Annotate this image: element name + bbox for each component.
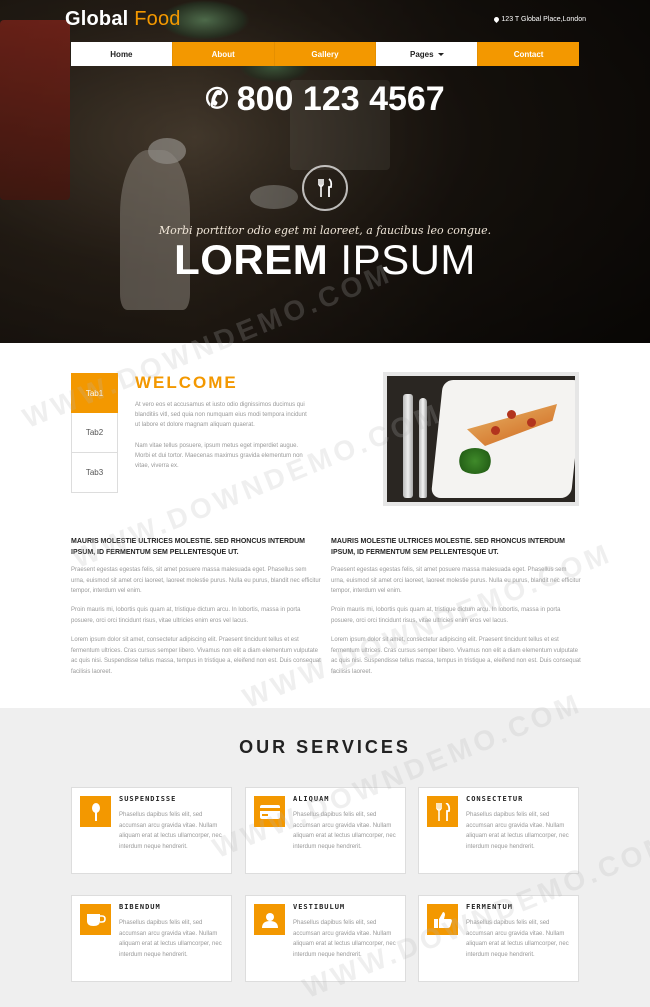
service-title: SUSPENDISSE (119, 795, 177, 803)
column-title: MAURIS MOLESTIE ULTRICES MOLESTIE. SED R… (331, 538, 565, 556)
caret-down-icon (437, 52, 444, 56)
header-address: 123 T Global Place,London (493, 15, 586, 24)
service-title: VESTIBULUM (293, 903, 346, 911)
column-paragraph: Praesent egestas egestas felis, sit amet… (71, 567, 321, 594)
nav-contact-label: Contact (513, 49, 544, 59)
column-paragraph: Lorem ipsum dolor sit amet, consectetur … (331, 637, 581, 675)
tab-2-label: Tab2 (85, 428, 104, 437)
nav-contact[interactable]: Contact (478, 42, 579, 66)
fork-knife-badge-icon (302, 165, 348, 211)
service-title: BIBENDUM (119, 903, 161, 911)
column-title: MAURIS MOLESTIE ULTRICES MOLESTIE. SED R… (71, 538, 305, 556)
column-paragraph: Lorem ipsum dolor sit amet, consectetur … (71, 637, 321, 675)
thumbs-up-icon (427, 904, 458, 935)
logo-primary: Global (65, 8, 129, 30)
user-icon (254, 904, 285, 935)
welcome-title: WELCOME (135, 373, 238, 392)
welcome-paragraph: At vero eos et accusamus et iusto odio d… (135, 402, 307, 428)
service-text: Phasellus dapibus felis elit, sed accums… (466, 920, 569, 958)
nav-about-label: About (211, 49, 235, 59)
service-card[interactable]: ALIQUAM Phasellus dapibus felis elit, se… (245, 787, 406, 874)
service-card[interactable]: CONSECTETUR Phasellus dapibus felis elit… (418, 787, 579, 874)
phone-text: 800 123 4567 (236, 80, 445, 118)
nav-gallery[interactable]: Gallery (274, 42, 377, 66)
service-text: Phasellus dapibus felis elit, sed accums… (466, 812, 569, 850)
headline-bold: LOREM (174, 236, 329, 283)
nav-pages-dropdown[interactable]: Pages (376, 42, 479, 66)
phone-number[interactable]: ✆ 800 123 4567 (0, 80, 650, 119)
service-card[interactable]: BIBENDUM Phasellus dapibus felis elit, s… (71, 895, 232, 982)
service-title: ALIQUAM (293, 795, 330, 803)
tab-3-label: Tab3 (85, 468, 104, 477)
address-text: 123 T Global Place,London (501, 16, 586, 23)
service-title: FERMENTUM (466, 903, 513, 911)
site-logo[interactable]: Global Food (65, 8, 181, 31)
nav-gallery-label: Gallery (311, 49, 339, 59)
column-paragraph: Proin mauris mi, lobortis quis quam at, … (71, 607, 301, 624)
welcome-tabs: Tab1 Tab2 Tab3 (71, 373, 118, 493)
nav-home-label: Home (110, 49, 133, 59)
column-paragraph: Praesent egestas egestas felis, sit amet… (331, 567, 581, 594)
tab-1[interactable]: Tab1 (71, 373, 118, 413)
tab-2[interactable]: Tab2 (71, 413, 118, 453)
tab-3[interactable]: Tab3 (71, 453, 118, 493)
fork-knife-icon (427, 796, 458, 827)
service-card[interactable]: VESTIBULUM Phasellus dapibus felis elit,… (245, 895, 406, 982)
service-text: Phasellus dapibus felis elit, sed accums… (293, 920, 396, 958)
services-title: OUR SERVICES (239, 737, 411, 757)
nav-about[interactable]: About (172, 42, 275, 66)
welcome-paragraph: Nam vitae tellus posuere, ipsum metus eg… (135, 443, 303, 469)
tab-1-label: Tab1 (85, 388, 104, 398)
headline-thin: IPSUM (340, 236, 476, 283)
watermark: WWW.DOWNDEMO.COM (238, 537, 617, 714)
service-text: Phasellus dapibus felis elit, sed accums… (119, 812, 222, 850)
column-paragraph: Proin mauris mi, lobortis quis quam at, … (331, 607, 561, 624)
map-pin-icon (493, 15, 501, 24)
spoon-icon (80, 796, 111, 827)
service-title: CONSECTETUR (466, 795, 524, 803)
phone-icon: ✆ (205, 83, 229, 114)
pizza-photo (383, 372, 579, 506)
service-text: Phasellus dapibus felis elit, sed accums… (293, 812, 396, 850)
main-nav: Home About Gallery Pages Contact (71, 42, 579, 66)
coffee-cup-icon (80, 904, 111, 935)
nav-pages-label: Pages (410, 49, 434, 59)
hero-banner: Global Food 123 T Global Place,London Ho… (0, 0, 650, 343)
service-card[interactable]: SUSPENDISSE Phasellus dapibus felis elit… (71, 787, 232, 874)
credit-card-icon (254, 796, 285, 827)
hero-headline: LOREM IPSUM (0, 236, 650, 284)
logo-secondary: Food (134, 8, 181, 30)
service-text: Phasellus dapibus felis elit, sed accums… (119, 920, 222, 958)
nav-home[interactable]: Home (71, 42, 173, 66)
service-card[interactable]: FERMENTUM Phasellus dapibus felis elit, … (418, 895, 579, 982)
